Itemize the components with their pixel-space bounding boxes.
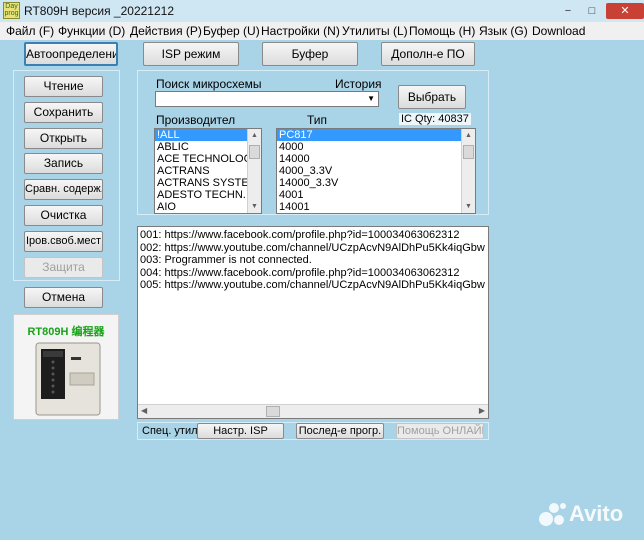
blank-check-button[interactable]: Iров.своб.мест [24, 231, 103, 252]
scroll-thumb[interactable] [249, 145, 260, 159]
programmer-image: RT809H 编程器 [13, 314, 119, 420]
avito-text: Avito [569, 501, 624, 526]
maximize-button[interactable]: □ [582, 3, 602, 19]
isp-settings-button[interactable]: Настр. ISP [197, 423, 284, 439]
menu-language[interactable]: Язык (G) [479, 24, 528, 38]
log-panel[interactable]: 001: https://www.facebook.com/profile.ph… [137, 226, 489, 419]
menu-buffer[interactable]: Буфер (U) [203, 24, 260, 38]
log-horizontal-scrollbar[interactable]: ◀ ▶ [138, 404, 488, 418]
scroll-down-icon[interactable]: ▼ [462, 200, 475, 213]
scroll-left-icon[interactable]: ◀ [141, 406, 147, 415]
chip-search-value [156, 94, 158, 106]
manufacturer-scrollbar[interactable]: ▲ ▼ [247, 129, 261, 213]
list-item[interactable]: ACTRANS [155, 165, 261, 177]
menu-bar: Файл (F) Функции (D) Действия (P) Буфер … [0, 22, 644, 40]
list-item[interactable]: ADESTO TECHN. [155, 189, 261, 201]
type-scrollbar[interactable]: ▲ ▼ [461, 129, 475, 213]
chip-search-input[interactable]: ▼ [155, 91, 379, 107]
menu-utilities[interactable]: Утилиты (L) [342, 24, 408, 38]
list-item[interactable]: !ALL [155, 129, 261, 141]
title-bar: Day prog RT809H версия _20221212 − □ ✕ [0, 0, 644, 22]
list-item[interactable]: ABLIC [155, 141, 261, 153]
menu-functions[interactable]: Функции (D) [58, 24, 125, 38]
ic-qty-label: IC Qty: 40837 [399, 113, 471, 125]
save-button[interactable]: Сохранить [24, 102, 103, 123]
select-chip-button[interactable]: Выбрать [398, 85, 466, 109]
log-line: 003: Programmer is not connected. [140, 254, 312, 266]
menu-download[interactable]: Download [532, 24, 585, 38]
log-line: 005: https://www.youtube.com/channel/UCz… [140, 279, 485, 291]
log-line: 002: https://www.youtube.com/channel/UCz… [140, 241, 485, 254]
list-item[interactable]: 14000 [277, 153, 475, 165]
online-help-button[interactable]: Помощь ОНЛАЙН [396, 423, 484, 439]
list-item[interactable]: 4000_3.3V [277, 165, 475, 177]
list-item[interactable]: ACE TECHNOLOG [155, 153, 261, 165]
minimize-button[interactable]: − [558, 3, 578, 19]
list-item[interactable]: AIO [155, 201, 261, 213]
clear-button[interactable]: Очистка [24, 205, 103, 226]
avito-logo-icon [539, 503, 566, 526]
open-button[interactable]: Открыть [24, 128, 103, 149]
cancel-button[interactable]: Отмена [24, 287, 103, 308]
scroll-down-icon[interactable]: ▼ [248, 200, 261, 213]
menu-help[interactable]: Помощь (H) [409, 24, 475, 38]
manufacturer-list[interactable]: !ALL ABLIC ACE TECHNOLOG ACTRANS ACTRANS… [154, 128, 262, 214]
write-button[interactable]: Запись [24, 153, 103, 174]
list-item[interactable]: 4000 [277, 141, 475, 153]
special-utils-label: Спец. утил [142, 425, 198, 437]
list-item[interactable]: 4001 [277, 189, 475, 201]
read-button[interactable]: Чтение [24, 76, 103, 97]
last-programs-button[interactable]: Послед-е прогр. [296, 423, 384, 439]
manufacturer-label: Производител [156, 113, 236, 127]
menu-actions[interactable]: Действия (P) [130, 24, 202, 38]
list-item[interactable]: PC817 [277, 129, 475, 141]
buffer-button[interactable]: Буфер [262, 42, 358, 66]
list-item[interactable]: 14000_3.3V [277, 177, 475, 189]
avito-watermark: Avito [537, 496, 639, 532]
log-line: 004: https://www.facebook.com/profile.ph… [140, 266, 460, 279]
auto-detect-button[interactable]: Автоопределение [24, 42, 118, 66]
scroll-up-icon[interactable]: ▲ [462, 129, 475, 142]
scroll-thumb[interactable] [266, 406, 280, 417]
scroll-right-icon[interactable]: ▶ [479, 406, 485, 415]
list-item[interactable]: ACTRANS SYSTE [155, 177, 261, 189]
menu-file[interactable]: Файл (F) [6, 24, 54, 38]
close-button[interactable]: ✕ [606, 3, 644, 19]
app-icon: Day prog [3, 2, 20, 19]
menu-settings[interactable]: Настройки (N) [261, 24, 340, 38]
compare-button[interactable]: Сравн. содерж. [24, 179, 103, 200]
scroll-up-icon[interactable]: ▲ [248, 129, 261, 142]
history-dropdown-arrow-icon[interactable]: ▼ [367, 94, 375, 103]
extra-software-button[interactable]: Дополн-е ПО [381, 42, 475, 66]
history-label: История [335, 77, 382, 91]
isp-mode-button[interactable]: ISP режим [143, 42, 239, 66]
type-list[interactable]: PC817 4000 14000 4000_3.3V 14000_3.3V 40… [276, 128, 476, 214]
type-label: Тип [307, 113, 328, 127]
programmer-device-illustration [35, 342, 101, 416]
protect-button[interactable]: Защита [24, 257, 103, 278]
log-line: 001: https://www.facebook.com/profile.ph… [140, 229, 460, 241]
scroll-thumb[interactable] [463, 145, 474, 159]
list-item[interactable]: 14001 [277, 201, 475, 213]
window-title: RT809H версия _20221212 [24, 4, 174, 18]
search-label: Поиск микросхемы [156, 77, 262, 91]
